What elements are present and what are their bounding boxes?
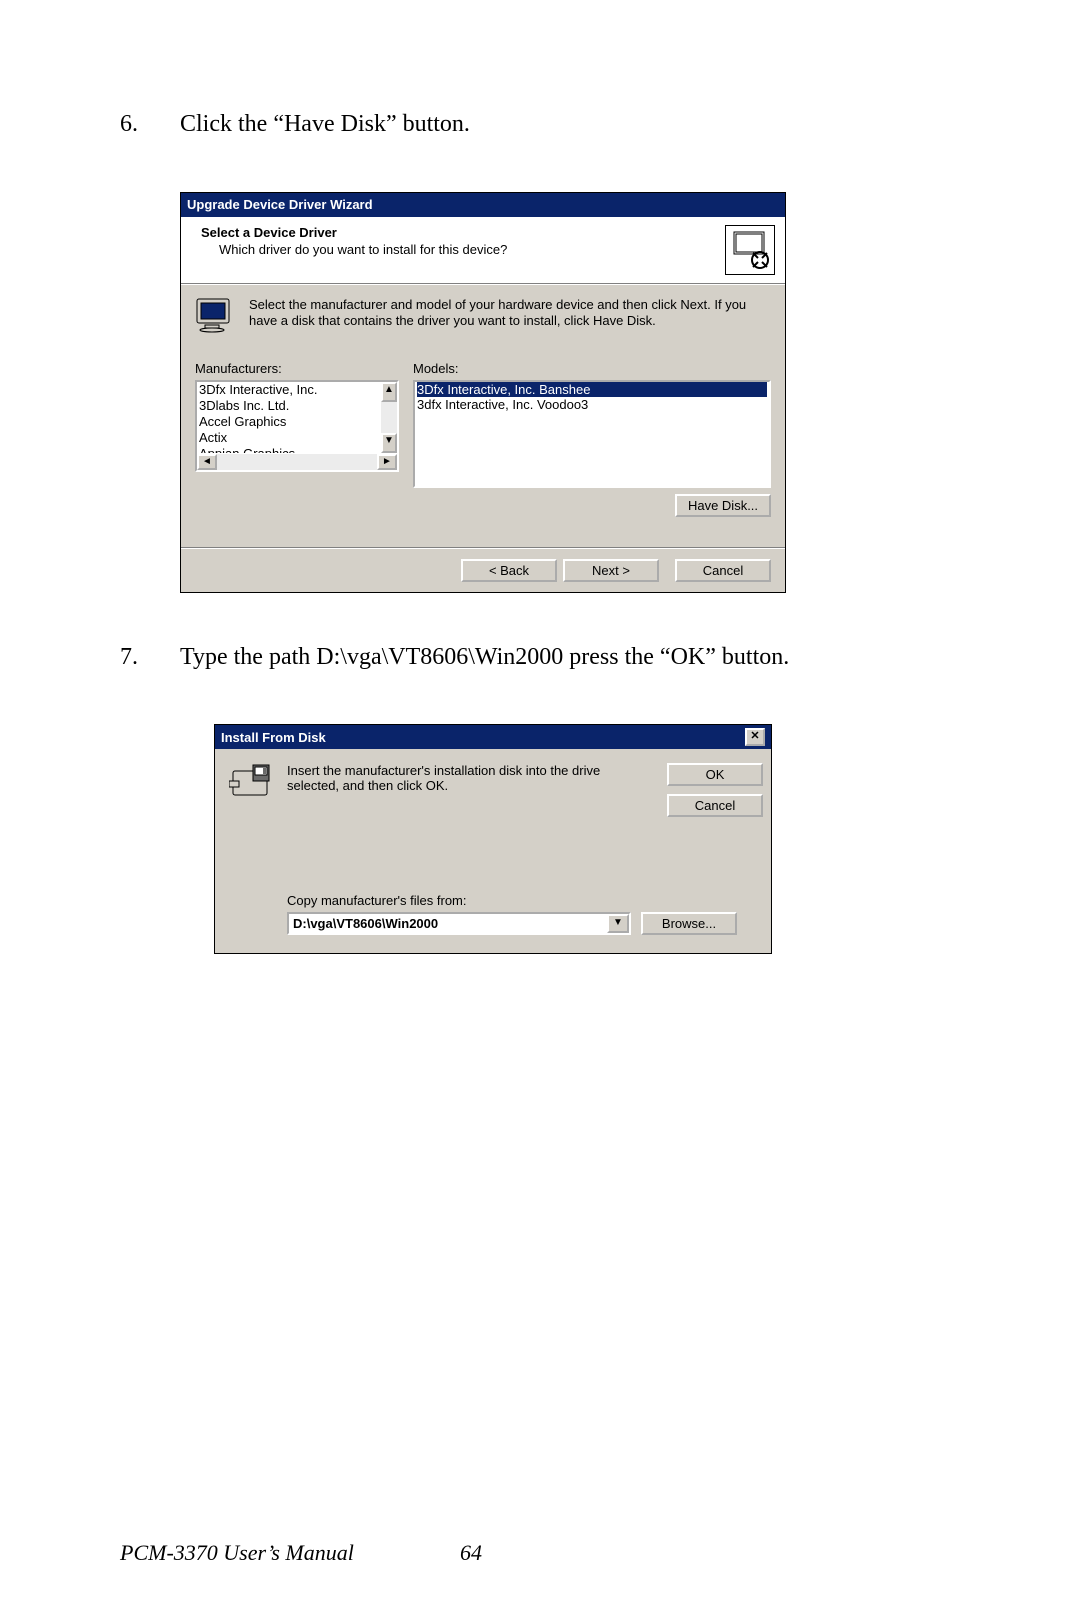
list-item-selected[interactable]: 3Dfx Interactive, Inc. Banshee — [417, 382, 767, 397]
ok-button[interactable]: OK — [667, 763, 763, 786]
chevron-down-icon[interactable]: ▼ — [607, 914, 629, 933]
upgrade-driver-wizard-window: Upgrade Device Driver Wizard Select a De… — [180, 192, 786, 593]
monitor-icon — [195, 297, 235, 333]
list-item[interactable]: Accel Graphics — [199, 414, 378, 430]
wizard-info-row: Select the manufacturer and model of you… — [195, 297, 771, 333]
scroll-right-icon[interactable]: ► — [377, 454, 397, 470]
manufacturers-listbox[interactable]: 3Dfx Interactive, Inc. 3Dlabs Inc. Ltd. … — [195, 380, 399, 472]
ifd-prompt: Insert the manufacturer's installation d… — [287, 763, 653, 793]
vertical-scrollbar[interactable]: ▲ ▼ — [380, 382, 397, 453]
wizard-title: Upgrade Device Driver Wizard — [187, 197, 373, 212]
close-button[interactable]: ✕ — [745, 728, 765, 746]
floppy-disk-icon — [229, 763, 273, 799]
list-item[interactable]: 3dfx Interactive, Inc. Voodoo3 — [417, 397, 767, 412]
cancel-button[interactable]: Cancel — [667, 794, 763, 817]
list-item[interactable]: Actix — [199, 430, 378, 446]
page-number: 64 — [460, 1540, 482, 1566]
scroll-left-icon[interactable]: ◄ — [197, 454, 217, 470]
list-item[interactable]: 3Dfx Interactive, Inc. — [199, 382, 378, 398]
wizard-titlebar: Upgrade Device Driver Wizard — [181, 193, 785, 217]
scroll-down-icon[interactable]: ▼ — [381, 433, 397, 453]
wizard-header-title: Select a Device Driver — [201, 225, 725, 240]
horizontal-scrollbar[interactable]: ◄ ► — [197, 453, 397, 470]
path-input[interactable]: D:\vga\VT8606\Win2000 — [289, 914, 607, 933]
path-combobox[interactable]: D:\vga\VT8606\Win2000 ▼ — [287, 912, 631, 935]
list-item[interactable]: 3Dlabs Inc. Ltd. — [199, 398, 378, 414]
page-footer: PCM-3370 User’s Manual 64 — [120, 1540, 960, 1566]
wizard-header: Select a Device Driver Which driver do y… — [181, 217, 785, 284]
step-number: 6. — [120, 108, 144, 142]
list-item[interactable]: Appian Graphics — [199, 446, 378, 453]
close-icon: ✕ — [750, 730, 759, 742]
ifd-title: Install From Disk — [221, 730, 326, 745]
step-number: 7. — [120, 641, 144, 675]
instruction-step-6: 6. Click the “Have Disk” button. — [120, 108, 960, 142]
scroll-up-icon[interactable]: ▲ — [381, 382, 397, 402]
copy-files-label: Copy manufacturer's files from: — [287, 893, 759, 908]
next-button[interactable]: Next > — [563, 559, 659, 582]
have-disk-button[interactable]: Have Disk... — [675, 494, 771, 517]
ifd-titlebar: Install From Disk ✕ — [215, 725, 771, 749]
step-text: Type the path D:\vga\VT8606\Win2000 pres… — [180, 641, 960, 675]
browse-button[interactable]: Browse... — [641, 912, 737, 935]
models-label: Models: — [413, 361, 771, 376]
manual-title: PCM-3370 User’s Manual — [120, 1540, 460, 1566]
device-driver-icon — [725, 225, 775, 275]
install-from-disk-window: Install From Disk ✕ Insert the manufactu… — [214, 724, 772, 954]
cancel-button[interactable]: Cancel — [675, 559, 771, 582]
wizard-info-text: Select the manufacturer and model of you… — [249, 297, 771, 333]
back-button[interactable]: < Back — [461, 559, 557, 582]
models-listbox[interactable]: 3Dfx Interactive, Inc. Banshee 3dfx Inte… — [413, 380, 771, 488]
instruction-step-7: 7. Type the path D:\vga\VT8606\Win2000 p… — [120, 641, 960, 675]
separator — [181, 547, 785, 549]
step-text: Click the “Have Disk” button. — [180, 108, 960, 142]
manufacturers-label: Manufacturers: — [195, 361, 403, 376]
wizard-header-subtitle: Which driver do you want to install for … — [201, 242, 725, 257]
